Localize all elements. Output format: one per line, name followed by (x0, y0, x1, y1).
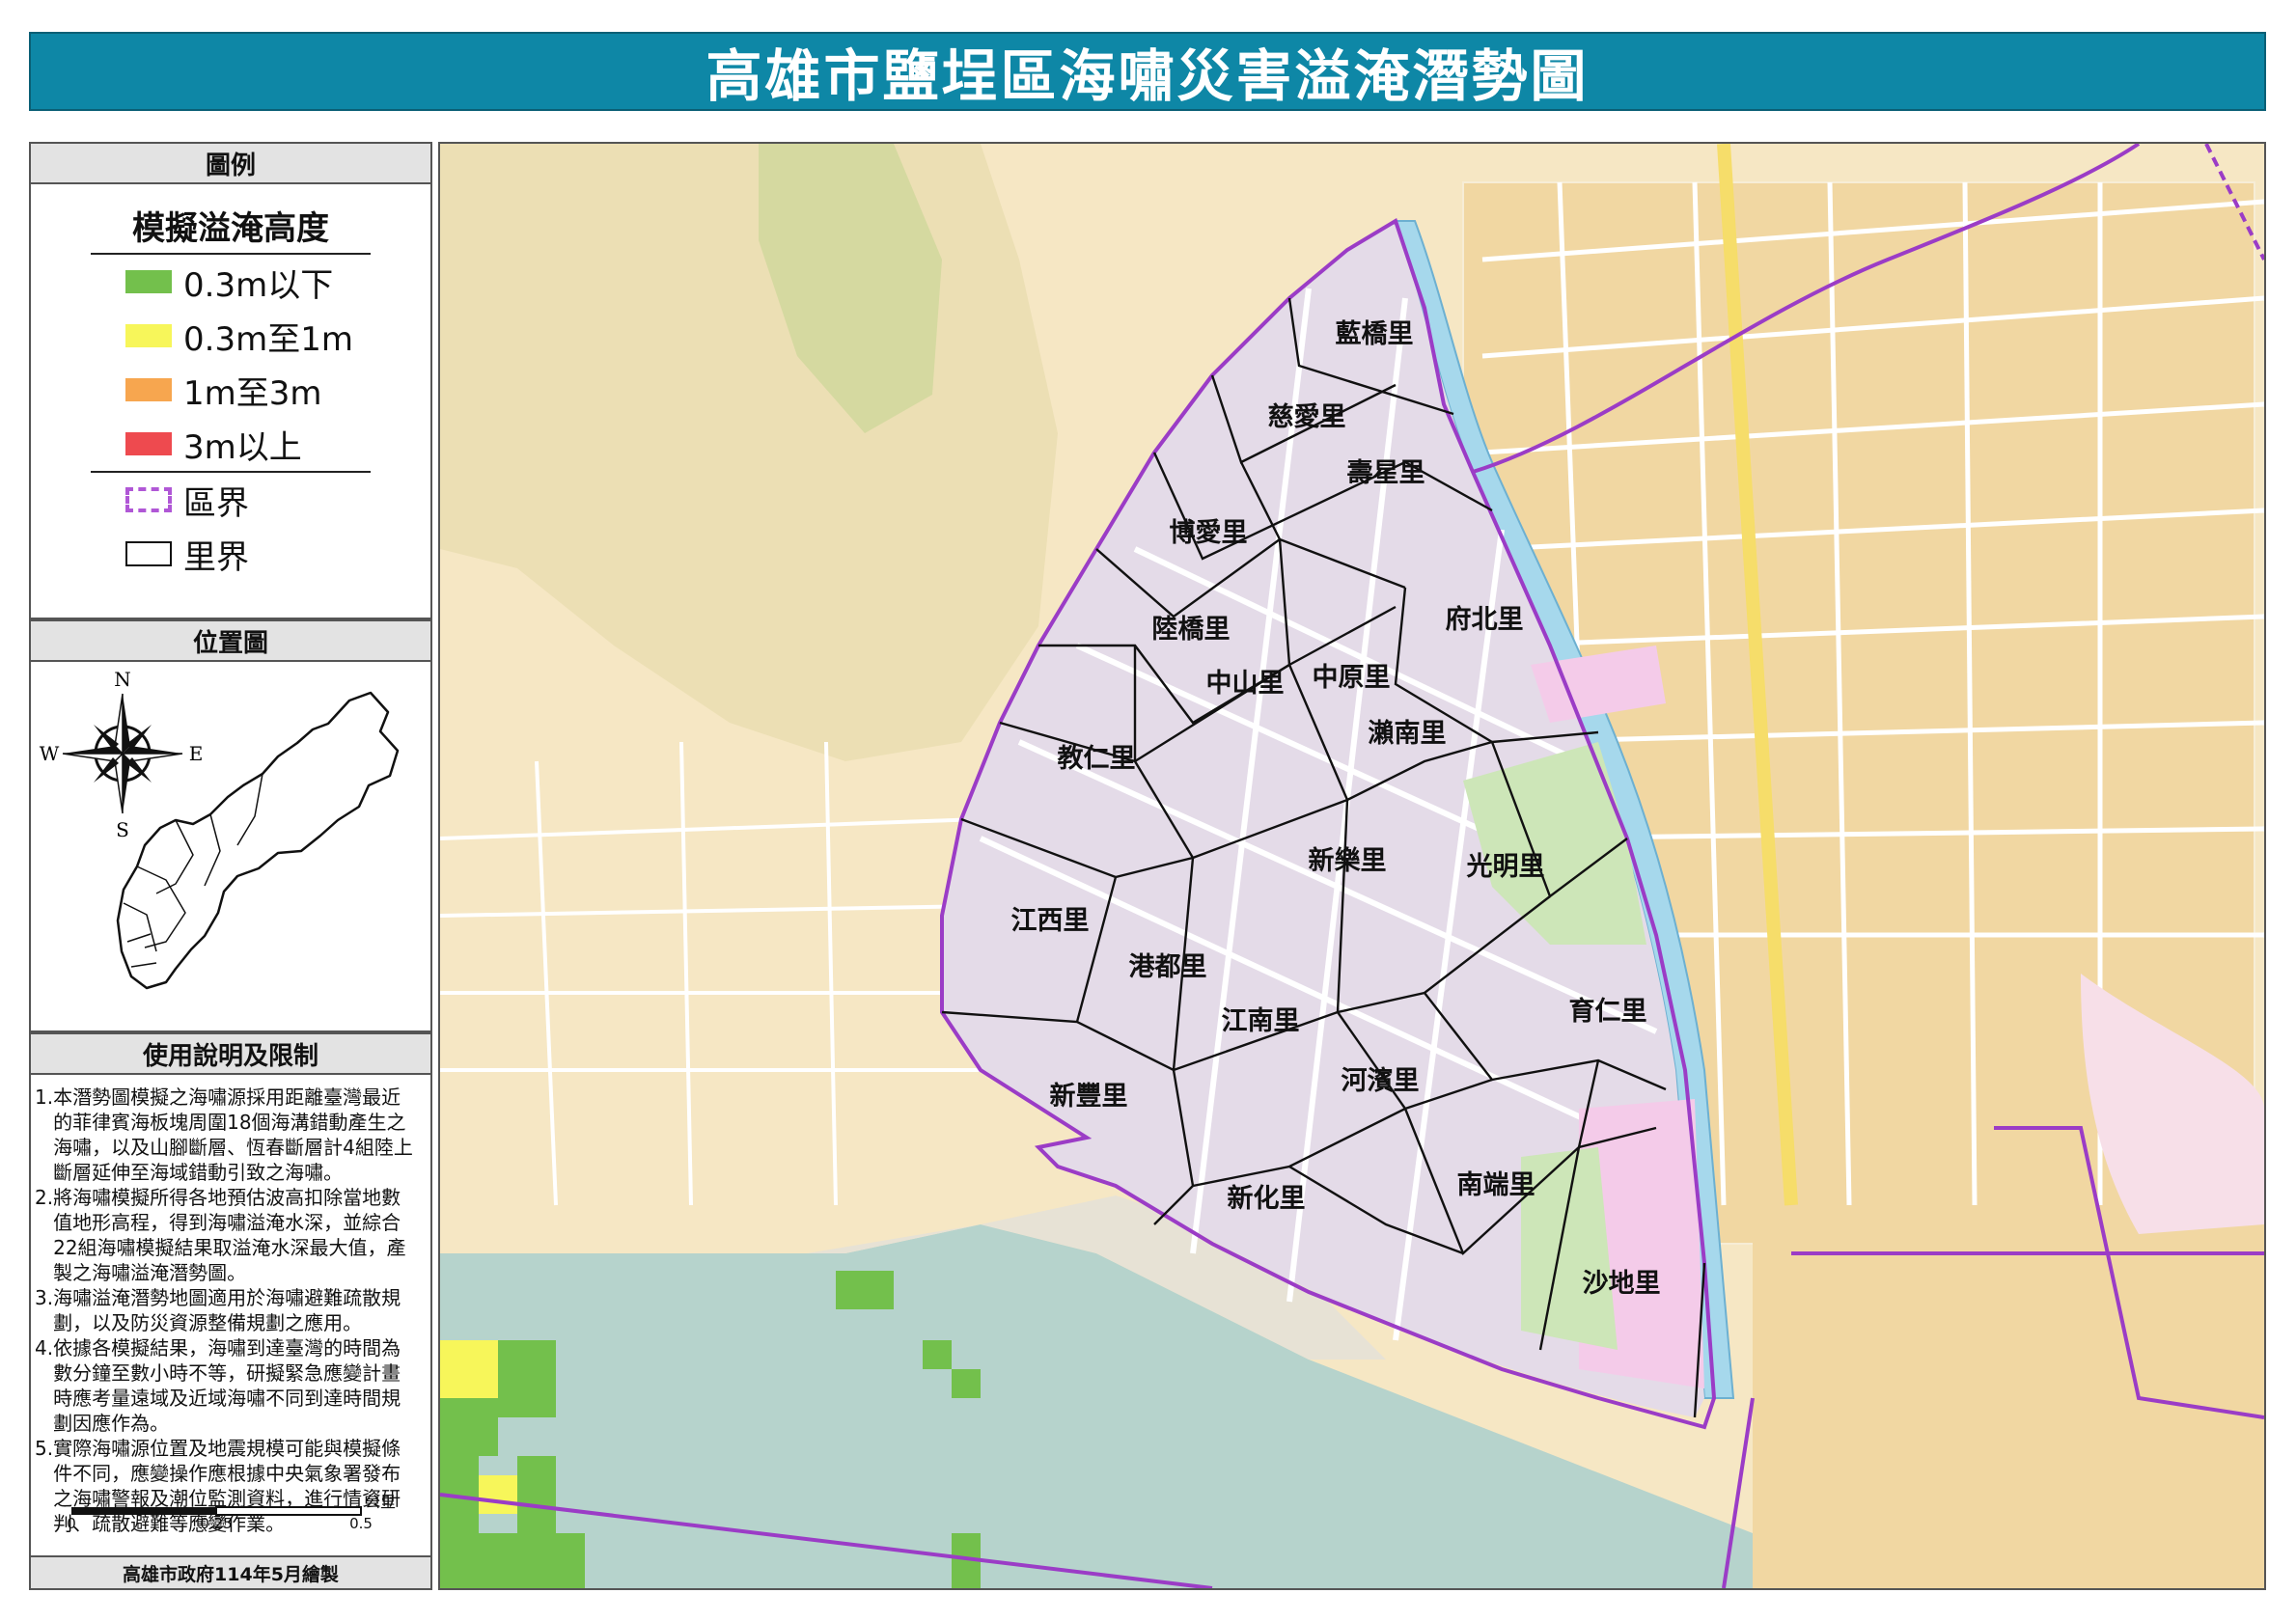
village-label: 港都里 (1129, 952, 1207, 982)
note-item: 1. 本潛勢圖模擬之海嘯源採用距離臺灣最近的菲律賓海板塊周圍18個海溝錯動產生之… (35, 1085, 417, 1185)
legend-item-yellow: 0.3m至1m (31, 309, 430, 363)
note-item: 3. 海嘯溢淹潛勢地圖適用於海嘯避難疏散規劃，以及防災資源整備規劃之應用。 (35, 1285, 417, 1335)
village-label: 府北里 (1446, 604, 1524, 635)
compass-n: N (114, 668, 131, 691)
credit-text: 高雄市政府114年5月繪製 (123, 1563, 339, 1585)
legend-item-district: 區界 (31, 473, 430, 527)
village-label: 新樂里 (1309, 845, 1387, 876)
legend-item-village: 里界 (31, 527, 430, 581)
village-label: 育仁里 (1569, 996, 1647, 1027)
kaohsiung-outline (116, 691, 400, 990)
legend-label: 1m至3m (183, 373, 322, 413)
village-label: 新化里 (1228, 1183, 1306, 1214)
village-label: 中山里 (1206, 669, 1285, 699)
village-label: 藍橋里 (1336, 319, 1414, 349)
legend-swatch-red (125, 432, 172, 455)
basemap: 藍橋里 慈愛里 壽星里 博愛里 府北里 陸橋里 中山里 中原里 瀨南里 教仁里 … (440, 144, 2264, 1588)
village-label: 新豐里 (1050, 1081, 1128, 1112)
notes-panel: 使用說明及限制 1. 本潛勢圖模擬之海嘯源採用距離臺灣最近的菲律賓海板塊周圍18… (29, 1032, 432, 1590)
scale-unit: 公里 (365, 1494, 396, 1511)
legend-item-orange: 1m至3m (31, 363, 430, 417)
note-text: 本潛勢圖模擬之海嘯源採用距離臺灣最近的菲律賓海板塊周圍18個海溝錯動產生之海嘯，… (53, 1085, 413, 1184)
legend-label: 區界 (183, 483, 249, 523)
legend-swatch-yellow (125, 324, 172, 347)
scale-bar: 公里 0 0.25 0.5 (67, 1494, 396, 1530)
compass-s: S (116, 818, 129, 841)
credit-bar: 高雄市政府114年5月繪製 (29, 1555, 432, 1590)
scale-tick-1: 0.25 (200, 1515, 232, 1530)
legend-panel: 圖例 模擬溢淹高度 0.3m以下 0.3m至1m 1m至3m 3m以上 區界 里… (29, 142, 432, 619)
note-number: 4. (35, 1336, 54, 1360)
village-label: 江西里 (1011, 906, 1090, 936)
locator-panel: 位置圖 N E S W (29, 619, 432, 1032)
village-label: 江南里 (1222, 1006, 1300, 1036)
map-frame: 藍橋里 慈愛里 壽星里 博愛里 府北里 陸橋里 中山里 中原里 瀨南里 教仁里 … (438, 142, 2266, 1590)
note-text: 依據各模擬結果，海嘯到達臺灣的時間為數分鐘至數小時不等，研擬緊急應變計畫時應考量… (53, 1336, 401, 1435)
note-number: 5. (35, 1437, 54, 1460)
village-label: 陸橋里 (1152, 615, 1231, 645)
compass-rose-icon: N E S W (40, 668, 204, 841)
compass-e: E (189, 742, 204, 765)
legend-label: 0.3m以下 (183, 265, 334, 305)
village-label: 光明里 (1466, 852, 1545, 882)
locator-heading: 位置圖 (31, 621, 430, 662)
legend-label: 里界 (183, 537, 249, 577)
note-number: 3. (35, 1286, 54, 1309)
legend-item-green: 0.3m以下 (31, 255, 430, 309)
district-boundary-swatch (125, 487, 172, 512)
note-text: 海嘯溢淹潛勢地圖適用於海嘯避難疏散規劃，以及防災資源整備規劃之應用。 (53, 1286, 401, 1334)
notes-body: 1. 本潛勢圖模擬之海嘯源採用距離臺灣最近的菲律賓海板塊周圍18個海溝錯動產生之… (31, 1075, 430, 1536)
village-label: 慈愛里 (1268, 401, 1346, 432)
village-label: 沙地里 (1583, 1269, 1661, 1299)
legend-heading: 圖例 (31, 144, 430, 184)
village-label: 南端里 (1457, 1170, 1535, 1200)
village-boundary-swatch (125, 541, 172, 566)
note-number: 2. (35, 1186, 54, 1209)
note-item: 4. 依據各模擬結果，海嘯到達臺灣的時間為數分鐘至數小時不等，研擬緊急應變計畫時… (35, 1335, 417, 1436)
note-text: 將海嘯模擬所得各地預估波高扣除當地數值地形高程，得到海嘯溢淹水深，並綜合22組海… (53, 1186, 406, 1284)
map-title: 高雄市鹽埕區海嘯災害溢淹潛勢圖 (705, 43, 1590, 109)
legend-label: 0.3m至1m (183, 319, 353, 359)
note-item: 2. 將海嘯模擬所得各地預估波高扣除當地數值地形高程，得到海嘯溢淹水深，並綜合2… (35, 1185, 417, 1285)
village-label: 教仁里 (1058, 744, 1136, 774)
village-label: 中原里 (1313, 663, 1391, 693)
compass-w: W (40, 742, 60, 765)
village-label: 壽星里 (1347, 458, 1425, 488)
notes-heading: 使用說明及限制 (31, 1034, 430, 1075)
legend-swatch-green (125, 270, 172, 293)
village-label: 河濱里 (1342, 1066, 1420, 1096)
village-label: 博愛里 (1170, 517, 1248, 548)
scale-tick-2: 0.5 (349, 1515, 373, 1530)
legend-swatch-orange (125, 378, 172, 401)
legend-item-red: 3m以上 (31, 417, 430, 471)
legend-subtitle: 模擬溢淹高度 (132, 209, 329, 248)
locator-map: N E S W (40, 668, 400, 990)
village-label: 瀨南里 (1369, 718, 1447, 749)
note-number: 1. (35, 1085, 54, 1109)
title-bar: 高雄市鹽埕區海嘯災害溢淹潛勢圖 (29, 32, 2266, 111)
scale-tick-0: 0 (67, 1515, 76, 1530)
legend-label: 3m以上 (183, 427, 302, 467)
